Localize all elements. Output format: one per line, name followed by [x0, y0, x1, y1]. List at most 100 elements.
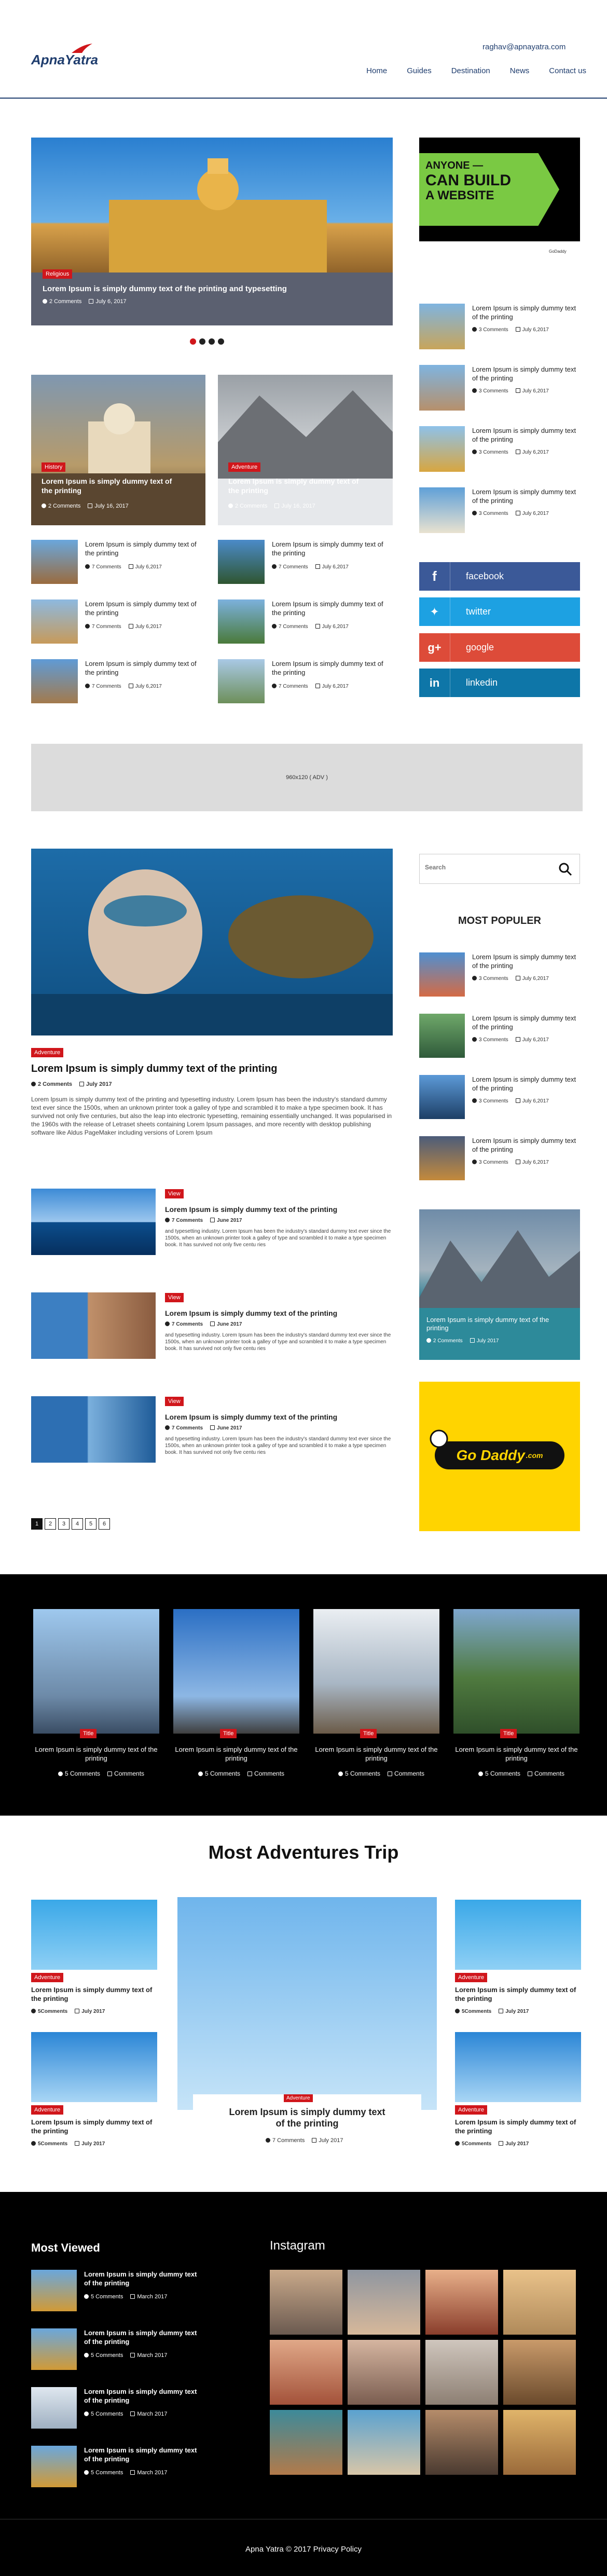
page-6[interactable]: 6 [99, 1518, 110, 1530]
feature-card-adventure[interactable]: Adventure Lorem Ipsum is simply dummy te… [218, 375, 393, 525]
adventure-title[interactable]: Lorem Ipsum is simply dummy text of the … [31, 1985, 157, 2003]
landmark-title[interactable]: Lorem Ipsum is simply dummy text of the … [33, 1745, 159, 1763]
list-title[interactable]: Lorem Ipsum is simply dummy text of the … [165, 1309, 337, 1317]
contact-email[interactable]: raghav@apnayatra.com [482, 43, 565, 51]
side-item-title[interactable]: Lorem Ipsum is simply dummy text of the … [472, 487, 581, 505]
popular-item[interactable]: Lorem Ipsum is simply dummy text of the … [419, 952, 580, 999]
popular-item[interactable]: Lorem Ipsum is simply dummy text of the … [419, 1136, 580, 1183]
adventure-title[interactable]: Lorem Ipsum is simply dummy text of the … [455, 1985, 581, 2003]
list-title[interactable]: Lorem Ipsum is simply dummy text of the … [165, 1205, 337, 1214]
ad-banner[interactable]: 960x120 ( ADV ) [31, 744, 583, 811]
popular-item-title[interactable]: Lorem Ipsum is simply dummy text of the … [472, 1136, 581, 1154]
instagram-photo[interactable] [348, 2410, 420, 2475]
grid-item-title[interactable]: Lorem Ipsum is simply dummy text of the … [85, 599, 199, 617]
adventure-center-title[interactable]: Lorem Ipsum is simply dummy text of the … [227, 2106, 388, 2129]
adventure-side-card[interactable]: Adventure Lorem Ipsum is simply dummy te… [31, 2032, 157, 2157]
list-body: and typesetting industry. Lorem Ipsum ha… [165, 1332, 391, 1352]
feature-title[interactable]: Lorem Ipsum is simply dummy text of the … [42, 476, 176, 495]
instagram-photo[interactable] [348, 2340, 420, 2405]
grid-item-title[interactable]: Lorem Ipsum is simply dummy text of the … [272, 659, 386, 677]
google-link[interactable]: g+ google [419, 633, 580, 662]
website-ad[interactable]: ANYONE — CAN BUILD A WEBSITE GoDaddy [419, 138, 580, 254]
site-logo[interactable]: ApnaYatra [31, 44, 98, 68]
viewed-title[interactable]: Lorem Ipsum is simply dummy text of the … [84, 2446, 198, 2463]
side-item[interactable]: Lorem Ipsum is simply dummy text of the … [419, 426, 580, 473]
nav-home[interactable]: Home [366, 66, 387, 75]
hero-slide[interactable]: Religious Lorem Ipsum is simply dummy te… [31, 138, 393, 325]
page-3[interactable]: 3 [58, 1518, 70, 1530]
slider-dot-3[interactable] [209, 338, 215, 345]
godaddy-ad[interactable]: Go Daddy .com [419, 1382, 580, 1531]
viewed-title[interactable]: Lorem Ipsum is simply dummy text of the … [84, 2387, 198, 2405]
instagram-photo[interactable] [425, 2410, 498, 2475]
search-icon[interactable] [559, 863, 572, 876]
popular-item-title[interactable]: Lorem Ipsum is simply dummy text of the … [472, 952, 581, 970]
grid-item-title[interactable]: Lorem Ipsum is simply dummy text of the … [85, 540, 199, 557]
instagram-photo[interactable] [425, 2270, 498, 2335]
hero-comments-text: 2 Comments [49, 298, 82, 305]
slider-dot-1[interactable] [190, 338, 196, 345]
feature-card-history[interactable]: History Lorem Ipsum is simply dummy text… [31, 375, 205, 525]
landmark-title[interactable]: Lorem Ipsum is simply dummy text of the … [313, 1745, 439, 1763]
adventure-side-card[interactable]: Adventure Lorem Ipsum is simply dummy te… [455, 2032, 581, 2157]
grid-item-title[interactable]: Lorem Ipsum is simply dummy text of the … [272, 540, 386, 557]
list-article[interactable]: View Lorem Ipsum is simply dummy text of… [31, 1189, 393, 1256]
adventure-center-card[interactable]: Adventure Lorem Ipsum is simply dummy te… [177, 1897, 437, 2157]
side-item-title[interactable]: Lorem Ipsum is simply dummy text of the … [472, 426, 581, 444]
viewed-title[interactable]: Lorem Ipsum is simply dummy text of the … [84, 2328, 198, 2346]
article-image[interactable] [31, 849, 393, 1035]
lake-card[interactable]: Lorem Ipsum is simply dummy text of the … [419, 1209, 580, 1360]
hero-title[interactable]: Lorem Ipsum is simply dummy text of the … [43, 284, 287, 293]
linkedin-link[interactable]: in linkedin [419, 669, 580, 697]
adventure-title[interactable]: Lorem Ipsum is simply dummy text of the … [455, 2118, 581, 2135]
adventure-side-card[interactable]: Adventure Lorem Ipsum is simply dummy te… [31, 1900, 157, 2024]
instagram-photo[interactable] [503, 2410, 576, 2475]
viewed-item[interactable]: Lorem Ipsum is simply dummy text of the … [31, 2387, 249, 2434]
article-title[interactable]: Lorem Ipsum is simply dummy text of the … [31, 1063, 278, 1075]
facebook-link[interactable]: f facebook [419, 562, 580, 591]
feature-title[interactable]: Lorem Ipsum is simply dummy text of the … [228, 476, 363, 495]
viewed-item[interactable]: Lorem Ipsum is simply dummy text of the … [31, 2270, 249, 2316]
instagram-photo[interactable] [503, 2270, 576, 2335]
nav-contact[interactable]: Contact us [549, 66, 586, 75]
side-item[interactable]: Lorem Ipsum is simply dummy text of the … [419, 304, 580, 350]
grid-item-title[interactable]: Lorem Ipsum is simply dummy text of the … [85, 659, 199, 677]
side-item[interactable]: Lorem Ipsum is simply dummy text of the … [419, 365, 580, 412]
instagram-photo[interactable] [348, 2270, 420, 2335]
popular-item[interactable]: Lorem Ipsum is simply dummy text of the … [419, 1014, 580, 1060]
search-input[interactable] [425, 864, 549, 871]
popular-item[interactable]: Lorem Ipsum is simply dummy text of the … [419, 1075, 580, 1122]
instagram-photo[interactable] [270, 2270, 342, 2335]
instagram-photo[interactable] [270, 2410, 342, 2475]
viewed-title[interactable]: Lorem Ipsum is simply dummy text of the … [84, 2270, 198, 2287]
page-4[interactable]: 4 [72, 1518, 83, 1530]
list-title[interactable]: Lorem Ipsum is simply dummy text of the … [165, 1413, 337, 1421]
popular-item-title[interactable]: Lorem Ipsum is simply dummy text of the … [472, 1014, 581, 1031]
page-1[interactable]: 1 [31, 1518, 43, 1530]
nav-guides[interactable]: Guides [407, 66, 432, 75]
landmark-title[interactable]: Lorem Ipsum is simply dummy text of the … [453, 1745, 580, 1763]
popular-item-title[interactable]: Lorem Ipsum is simply dummy text of the … [472, 1075, 581, 1093]
slider-dot-2[interactable] [199, 338, 205, 345]
landmark-title[interactable]: Lorem Ipsum is simply dummy text of the … [173, 1745, 299, 1763]
list-article[interactable]: View Lorem Ipsum is simply dummy text of… [31, 1292, 393, 1360]
adventure-title[interactable]: Lorem Ipsum is simply dummy text of the … [31, 2118, 157, 2135]
slider-dot-4[interactable] [218, 338, 224, 345]
lake-title[interactable]: Lorem Ipsum is simply dummy text of the … [426, 1316, 561, 1332]
page-2[interactable]: 2 [45, 1518, 56, 1530]
list-article[interactable]: View Lorem Ipsum is simply dummy text of… [31, 1396, 393, 1464]
instagram-photo[interactable] [425, 2340, 498, 2405]
grid-item-title[interactable]: Lorem Ipsum is simply dummy text of the … [272, 599, 386, 617]
adventure-side-card[interactable]: Adventure Lorem Ipsum is simply dummy te… [455, 1900, 581, 2024]
nav-destination[interactable]: Destination [451, 66, 490, 75]
side-item-title[interactable]: Lorem Ipsum is simply dummy text of the … [472, 365, 581, 383]
instagram-photo[interactable] [503, 2340, 576, 2405]
side-item[interactable]: Lorem Ipsum is simply dummy text of the … [419, 487, 580, 534]
side-item-title[interactable]: Lorem Ipsum is simply dummy text of the … [472, 304, 581, 321]
nav-news[interactable]: News [510, 66, 530, 75]
viewed-item[interactable]: Lorem Ipsum is simply dummy text of the … [31, 2446, 249, 2492]
instagram-photo[interactable] [270, 2340, 342, 2405]
viewed-item[interactable]: Lorem Ipsum is simply dummy text of the … [31, 2328, 249, 2375]
twitter-link[interactable]: ✦ twitter [419, 597, 580, 626]
page-5[interactable]: 5 [85, 1518, 96, 1530]
